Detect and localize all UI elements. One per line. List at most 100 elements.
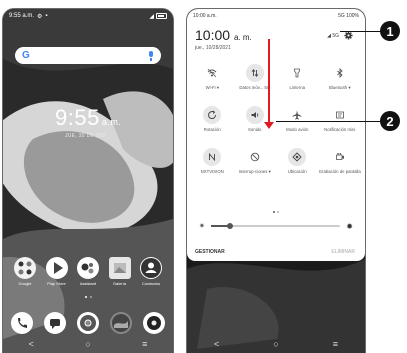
app-label: Play Store bbox=[47, 281, 66, 286]
quick-settings-phone: 10:00 a.m. 5G 100% 10:00 a. m. jue., 10/… bbox=[186, 8, 366, 353]
tile-screen-record[interactable]: Grabación de pantalla bbox=[319, 148, 362, 181]
panel-signal: ◢ 5G bbox=[327, 33, 339, 39]
page-indicator bbox=[3, 296, 173, 298]
recents-button[interactable]: ≡ bbox=[142, 339, 147, 349]
settings-gear-icon[interactable] bbox=[344, 31, 353, 40]
signal-icon: ◢ bbox=[149, 13, 154, 20]
messages-icon[interactable] bbox=[44, 312, 66, 334]
app-label: Galería bbox=[112, 281, 127, 286]
google-folder-icon bbox=[14, 257, 36, 279]
panel-clock[interactable]: 10:00 a. m. bbox=[195, 27, 252, 43]
callout-1: 1 bbox=[380, 21, 400, 41]
panel-clock-time: 10:00 bbox=[195, 27, 231, 43]
app-icon[interactable] bbox=[143, 312, 165, 334]
callout-2: 2 bbox=[380, 111, 400, 131]
dock bbox=[11, 312, 165, 334]
page-dot bbox=[84, 296, 87, 298]
tile-airplane-mode[interactable]: Modo avión bbox=[276, 106, 319, 139]
tile-label: Modo avión bbox=[286, 127, 309, 132]
chrome-icon[interactable] bbox=[77, 312, 99, 334]
brightness-auto-icon[interactable]: ✹ bbox=[346, 222, 353, 231]
clock-ampm: a.m. bbox=[101, 117, 122, 127]
nxtvision-icon bbox=[203, 148, 222, 166]
tile-nxtvision[interactable]: NXTVISION bbox=[191, 148, 234, 181]
home-button[interactable]: ○ bbox=[85, 339, 90, 349]
panel-clock-ampm: a. m. bbox=[233, 33, 252, 42]
panel-page-indicator bbox=[187, 211, 365, 213]
app-row: Google Play Store Assistant Galería Cont… bbox=[11, 257, 165, 286]
app-label: Assistant bbox=[79, 281, 97, 286]
gallery-icon bbox=[108, 257, 131, 279]
app-contacts[interactable]: Contactos bbox=[137, 257, 165, 286]
quick-settings-panel: 10:00 a.m. 5G 100% 10:00 a. m. jue., 10/… bbox=[187, 9, 365, 261]
callout-1-leader bbox=[340, 31, 382, 32]
tile-label: Bluetooth ▾ bbox=[328, 85, 351, 90]
brightness-slider[interactable]: ✷ ✹ bbox=[199, 221, 353, 231]
brightness-low-icon: ✷ bbox=[199, 223, 205, 230]
bluetooth-icon bbox=[331, 64, 349, 82]
data-icon bbox=[245, 64, 264, 82]
brightness-handle[interactable] bbox=[227, 223, 234, 229]
sound-icon bbox=[245, 106, 264, 124]
tile-label: Rotación bbox=[203, 127, 221, 132]
status-network: 5G 100% bbox=[338, 12, 359, 19]
status-time: 9:55 a.m. bbox=[9, 13, 35, 19]
back-button[interactable]: < bbox=[29, 339, 34, 349]
panel-status-bar: 10:00 a.m. 5G 100% bbox=[193, 11, 359, 20]
clear-button[interactable]: ELIMINAR bbox=[331, 249, 355, 255]
navigation-bar: < ○ ≡ bbox=[3, 339, 173, 349]
home-clock[interactable]: 9:55 a.m. bbox=[55, 105, 121, 131]
home-screen-phone: 9:55 a.m. ⚙ ▪ ◢ G 9:55 a.m. JUE, 30 DE SE… bbox=[2, 8, 174, 353]
tile-flashlight[interactable]: Linterna bbox=[276, 64, 319, 97]
wifi-icon bbox=[203, 64, 221, 82]
google-search-bar[interactable]: G bbox=[15, 47, 161, 64]
tile-rotation[interactable]: Rotación bbox=[191, 106, 234, 139]
tile-label: NXTVISION bbox=[200, 169, 224, 174]
screen-record-icon bbox=[331, 148, 349, 166]
app-label: Google bbox=[18, 281, 32, 286]
clock-time: 9:55 bbox=[55, 105, 100, 130]
app-assistant[interactable]: Assistant bbox=[74, 257, 102, 286]
swipe-down-arrow bbox=[264, 39, 274, 129]
tile-label: Linterna bbox=[289, 85, 306, 90]
home-date: JUE, 30 DE SEP. bbox=[65, 133, 108, 139]
dnd-icon bbox=[246, 148, 264, 166]
settings-small-icon: ⚙ bbox=[37, 13, 43, 20]
back-button[interactable]: < bbox=[214, 339, 219, 349]
tile-interruptions[interactable]: Interrup-ciones ▾ bbox=[234, 148, 277, 181]
page-dot bbox=[277, 211, 279, 213]
home-button[interactable]: ○ bbox=[273, 339, 278, 349]
phone-icon[interactable] bbox=[11, 312, 33, 334]
home-status-bar: 9:55 a.m. ⚙ ▪ ◢ bbox=[9, 11, 167, 21]
play-store-icon bbox=[45, 257, 68, 279]
tile-wifi[interactable]: Wi-Fi ▾ bbox=[191, 64, 234, 97]
recents-button[interactable]: ≡ bbox=[333, 339, 338, 349]
assistant-icon bbox=[77, 257, 99, 279]
tile-label: Ubicación bbox=[287, 169, 307, 174]
app-google[interactable]: Google bbox=[11, 257, 39, 286]
tile-label: Interrup-ciones ▾ bbox=[238, 169, 271, 174]
tile-location[interactable]: Ubicación bbox=[276, 148, 319, 181]
quick-settings-grid: Wi-Fi ▾ Datos móv... 5G Linterna Bluetoo… bbox=[191, 64, 361, 181]
tile-label: Grabación de pantalla bbox=[318, 169, 361, 174]
flashlight-icon bbox=[288, 64, 306, 82]
tile-bluetooth[interactable]: Bluetooth ▾ bbox=[319, 64, 362, 97]
app-label: Contactos bbox=[141, 281, 160, 286]
panel-date: jue., 10/28/2021 bbox=[195, 45, 231, 51]
camera-icon[interactable] bbox=[110, 312, 132, 334]
app-gallery[interactable]: Galería bbox=[106, 257, 134, 286]
battery-icon bbox=[156, 13, 167, 19]
status-time: 10:00 a.m. bbox=[193, 12, 217, 19]
tile-label: Datos móv... 5G bbox=[239, 85, 271, 90]
app-play-store[interactable]: Play Store bbox=[43, 257, 71, 286]
microphone-icon[interactable] bbox=[148, 50, 154, 61]
tile-notification-mini[interactable]: Notificación mini bbox=[319, 106, 362, 139]
tile-label: Notificación mini bbox=[324, 127, 356, 132]
contacts-icon bbox=[140, 257, 162, 279]
location-icon bbox=[288, 148, 307, 166]
navigation-bar: < ○ ≡ bbox=[187, 339, 365, 349]
google-logo-icon: G bbox=[22, 50, 30, 61]
manage-button[interactable]: GESTIONAR bbox=[195, 249, 225, 255]
tile-label: Sonido bbox=[248, 127, 262, 132]
brightness-track[interactable] bbox=[210, 223, 341, 229]
